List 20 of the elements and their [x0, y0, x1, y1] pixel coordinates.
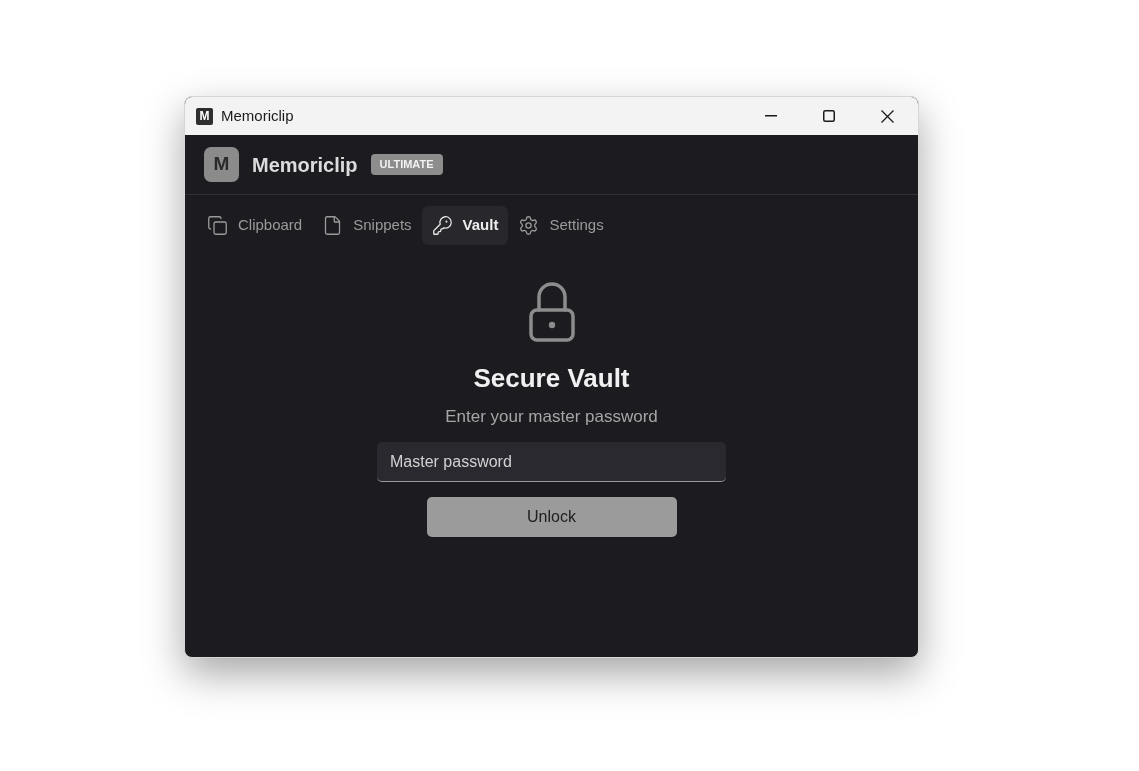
app-logo-icon: M	[196, 107, 213, 125]
copy-icon	[207, 215, 228, 236]
vault-subtitle: Enter your master password	[445, 407, 658, 427]
window-title: Memoriclip	[221, 105, 294, 126]
minimize-icon	[765, 115, 777, 117]
key-icon	[431, 215, 453, 236]
plan-badge: ULTIMATE	[370, 154, 443, 175]
app-name: Memoriclip	[252, 152, 358, 178]
padlock-icon	[528, 282, 575, 342]
app-logo-icon: M	[204, 147, 239, 182]
close-icon	[880, 109, 894, 123]
settings-icon	[518, 215, 540, 236]
vault-title: Secure Vault	[473, 362, 630, 395]
nav-tab[interactable]: Clipboard	[197, 206, 313, 245]
unlock-button[interactable]: Unlock	[426, 497, 677, 537]
nav-tab[interactable]: Snippets	[312, 206, 422, 245]
password-field[interactable]: Master password	[377, 442, 726, 482]
nav-tab[interactable]: Settings	[508, 206, 614, 245]
nav-tab[interactable]: Vault	[421, 206, 509, 245]
maximize-icon	[823, 110, 835, 122]
